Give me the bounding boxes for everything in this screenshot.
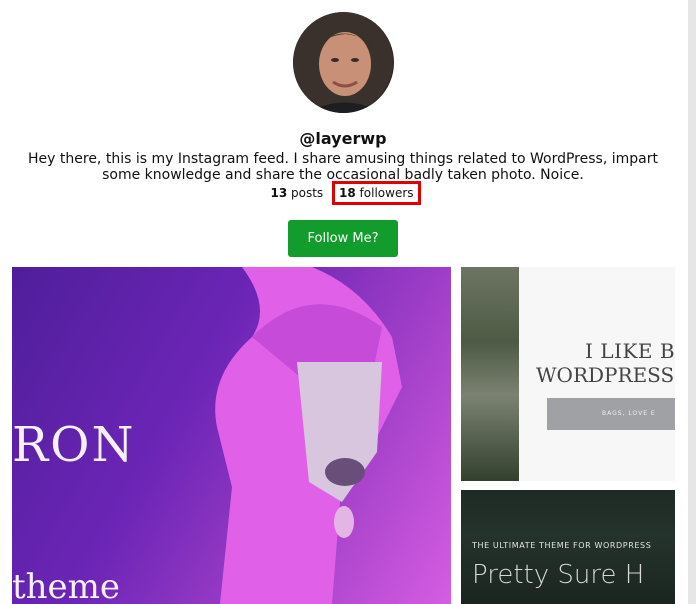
tile-right-top-band: BAGS, LOVE E	[547, 398, 675, 430]
feed-tile-right-top[interactable]: I LIKE BA WORDPRESS BAGS, LOVE E	[461, 267, 675, 481]
profile-bio: Hey there, this is my Instagram feed. I …	[28, 151, 658, 183]
tile-right-top-line1: I LIKE BA	[585, 339, 675, 363]
posts-stat: 13 posts	[268, 184, 325, 202]
profile-username[interactable]: @layerwp	[0, 129, 686, 148]
feed-tile-right-bottom[interactable]: THE ULTIMATE THEME FOR WORDPRESS Pretty …	[461, 490, 675, 604]
scrollbar[interactable]	[688, 0, 696, 604]
feed-tile-main[interactable]: RON theme	[12, 267, 451, 604]
profile-stats: 13 posts 18 followers	[0, 181, 686, 205]
tile-main-text-small: theme	[12, 567, 121, 604]
tile-right-top-line2: WORDPRESS	[536, 363, 675, 387]
tile-main-text-large: RON	[12, 417, 136, 473]
avatar-photo	[293, 12, 393, 113]
tile-right-bottom-kicker: THE ULTIMATE THEME FOR WORDPRESS	[472, 541, 652, 550]
tile-right-bottom-headline: Pretty Sure H	[472, 560, 645, 590]
followers-stat[interactable]: 18 followers	[332, 181, 421, 205]
followers-label: followers	[359, 186, 414, 200]
follow-button[interactable]: Follow Me?	[288, 220, 398, 257]
posts-count: 13	[270, 186, 288, 200]
followers-count: 18	[339, 186, 356, 200]
posts-label: posts	[291, 186, 324, 200]
avatar[interactable]	[293, 12, 394, 113]
tree-photo	[461, 267, 519, 481]
